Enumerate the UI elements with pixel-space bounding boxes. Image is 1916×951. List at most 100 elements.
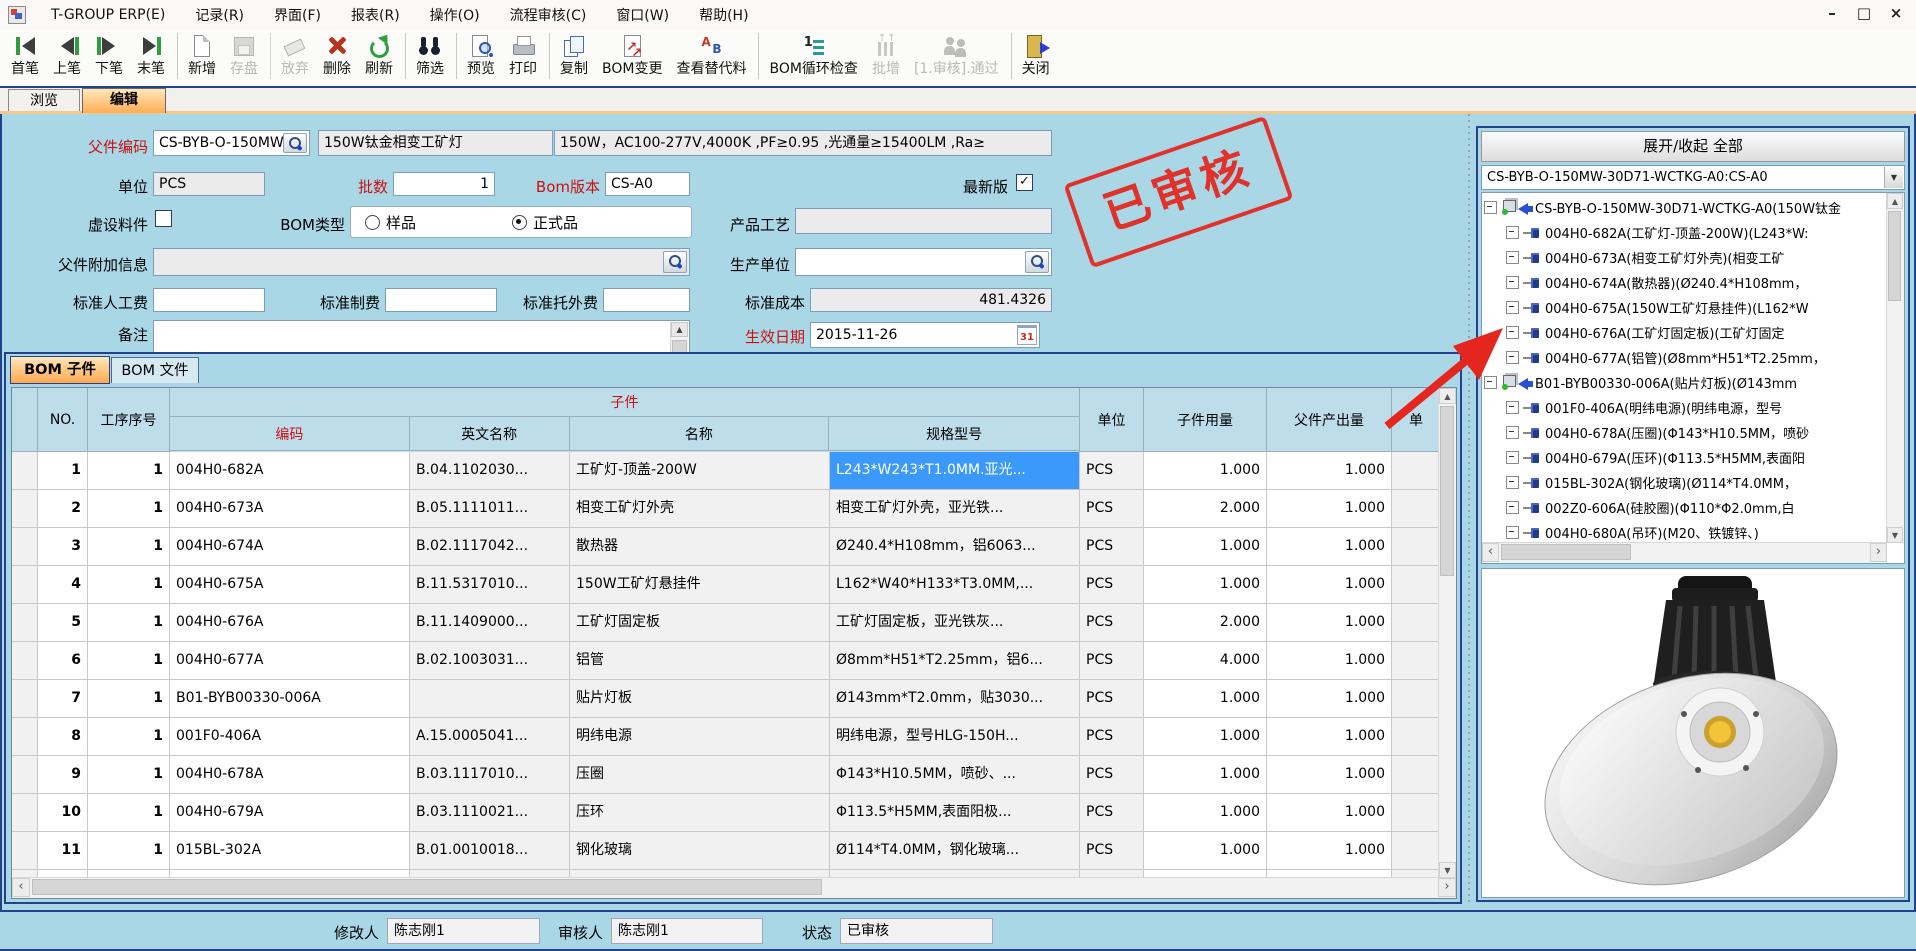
tab-browse[interactable]: 浏览 xyxy=(8,89,80,111)
toolbar-button[interactable]: 新增 xyxy=(177,33,223,79)
tree-expander-icon[interactable] xyxy=(1506,226,1519,239)
tree-horizontal-scrollbar[interactable]: ‹ › xyxy=(1482,542,1887,563)
tree-expander-icon[interactable] xyxy=(1506,451,1519,464)
tree-item[interactable]: CS-BYB-O-150MW-30D71-WCTKG-A0(150W钛金 xyxy=(1484,195,1885,220)
toolbar-button[interactable]: 查看替代料 xyxy=(669,33,753,79)
menu-item[interactable]: 记录(R) xyxy=(180,5,259,25)
scroll-left-icon[interactable]: ‹ xyxy=(12,878,30,897)
parent-extra-field[interactable] xyxy=(153,248,690,276)
tree-item[interactable]: 004H0-677A(铝管)(Ø8mm*H51*T2.25mm， xyxy=(1484,345,1885,370)
toolbar-button[interactable]: 刷新 xyxy=(358,33,400,79)
toolbar-button[interactable]: 预览 xyxy=(456,33,502,79)
bom-type-option-sample[interactable]: 样品 xyxy=(365,212,416,233)
restore-button[interactable]: □ xyxy=(1850,2,1878,26)
menu-item[interactable]: 报表(R) xyxy=(336,5,415,25)
menu-item[interactable]: 操作(O) xyxy=(415,5,495,25)
menu-item[interactable]: 窗口(W) xyxy=(601,5,684,25)
toolbar-button[interactable]: 存盘 xyxy=(223,33,265,79)
table-vertical-scrollbar[interactable]: ▲ ▼ xyxy=(1438,388,1456,878)
std-labor-field[interactable] xyxy=(153,288,265,312)
tab-bom-files[interactable]: BOM 文件 xyxy=(111,357,199,383)
col-header-no[interactable]: NO. xyxy=(38,388,88,452)
tree-item[interactable]: 004H0-673A(相变工矿灯外壳)(相变工矿 xyxy=(1484,245,1885,270)
col-header-spec[interactable]: 规格型号 xyxy=(829,417,1079,451)
tree-item[interactable]: 004H0-678A(压圈)(Φ143*H10.5MM，喷砂 xyxy=(1484,420,1885,445)
chevron-down-icon[interactable]: ▼ xyxy=(1884,167,1903,188)
latest-version-checkbox[interactable]: ✓ xyxy=(1016,174,1033,191)
table-row[interactable]: 1 1 004H0-682A B.04.1102030... 工矿灯-顶盖-20… xyxy=(12,452,1440,490)
std-outsource-field[interactable] xyxy=(603,288,690,312)
bom-type-option-formal[interactable]: 正式品 xyxy=(512,212,578,233)
scroll-right-icon[interactable]: › xyxy=(1870,543,1887,562)
tab-edit[interactable]: 编辑 xyxy=(82,88,166,113)
expand-collapse-all-button[interactable]: 展开/收起 全部 xyxy=(1481,131,1905,162)
std-make-field[interactable] xyxy=(385,288,497,312)
tree-item[interactable]: B01-BYB00330-006A(贴片灯板)(Ø143mm xyxy=(1484,370,1885,395)
minimize-button[interactable]: – xyxy=(1818,2,1846,26)
tree-vertical-scrollbar[interactable]: ▲ ▼ xyxy=(1886,193,1904,543)
table-row[interactable]: 7 1 B01-BYB00330-006A 贴片灯板 Ø143mm*T2.0mm… xyxy=(12,680,1440,718)
table-row[interactable]: 11 1 015BL-302A B.01.0010018... 钢化玻璃 Ø11… xyxy=(12,832,1440,870)
toolbar-button[interactable]: 首笔 xyxy=(4,33,46,79)
menu-item[interactable]: 界面(F) xyxy=(259,5,336,25)
effective-date-field[interactable]: 2015-11-26 31 xyxy=(810,322,1040,348)
tree-expander-icon[interactable] xyxy=(1506,301,1519,314)
tree-expander-icon[interactable] xyxy=(1506,476,1519,489)
close-button[interactable]: × xyxy=(1882,2,1910,26)
toolbar-button[interactable]: 关闭 xyxy=(1011,33,1057,79)
scroll-left-icon[interactable]: ‹ xyxy=(1482,543,1499,562)
parent-code-lookup-icon[interactable] xyxy=(283,133,307,153)
calendar-icon[interactable]: 31 xyxy=(1017,325,1037,345)
toolbar-button[interactable]: 放弃 xyxy=(270,33,316,79)
bom-version-combo[interactable]: CS-BYB-O-150MW-30D71-WCTKG-A0:CS-A0 ▼ xyxy=(1481,165,1905,190)
tree-item[interactable]: 004H0-680A(吊环)(M20、铁镀锌、) xyxy=(1484,520,1885,541)
table-horizontal-scrollbar[interactable]: ‹ › xyxy=(12,877,1456,898)
tree-item[interactable]: 004H0-679A(压环)(Φ113.5*H5MM,表面阳 xyxy=(1484,445,1885,470)
scroll-down-icon[interactable]: ▼ xyxy=(1439,862,1456,878)
toolbar-button[interactable]: 打印 xyxy=(502,33,544,79)
tree-item[interactable]: 002Z0-606A(硅胶圈)(Φ110*Φ2.0mm,白 xyxy=(1484,495,1885,520)
parent-code-field[interactable]: CS-BYB-O-150MW-3 xyxy=(153,130,310,156)
tree-expander-icon[interactable] xyxy=(1506,276,1519,289)
prod-unit-lookup-icon[interactable] xyxy=(1025,251,1049,273)
parent-extra-lookup-icon[interactable] xyxy=(663,251,687,273)
toolbar-button[interactable]: 筛选 xyxy=(405,33,451,79)
toolbar-button[interactable]: BOM循环检查 xyxy=(758,33,864,79)
table-row[interactable]: 3 1 004H0-674A B.02.1117042... 散热器 Ø240.… xyxy=(12,528,1440,566)
table-row[interactable]: 9 1 004H0-678A B.03.1117010... 压圈 Φ143*H… xyxy=(12,756,1440,794)
table-row[interactable]: 6 1 004H0-677A B.02.1003031... 铝管 Ø8mm*H… xyxy=(12,642,1440,680)
batch-field[interactable]: 1 xyxy=(393,172,495,196)
scroll-up-icon[interactable]: ▲ xyxy=(1887,193,1903,209)
tree-item[interactable]: 004H0-682A(工矿灯-顶盖-200W)(L243*W: xyxy=(1484,220,1885,245)
toolbar-button[interactable]: 下笔 xyxy=(88,33,130,79)
menu-item[interactable]: T-GROUP ERP(E) xyxy=(36,7,180,23)
toolbar-button[interactable]: 复制 xyxy=(549,33,595,79)
toolbar-button[interactable]: 末笔 xyxy=(130,33,172,79)
toolbar-button[interactable]: 删除 xyxy=(316,33,358,79)
col-header-code[interactable]: 编码 xyxy=(170,417,410,451)
tree-expander-icon[interactable] xyxy=(1484,201,1497,214)
bom-version-field[interactable]: CS-A0 xyxy=(605,172,690,196)
col-header-en-name[interactable]: 英文名称 xyxy=(410,417,570,451)
toolbar-button[interactable]: 批增 xyxy=(865,33,907,79)
tree-item[interactable]: 004H0-676A(工矿灯固定板)(工矿灯固定 xyxy=(1484,320,1885,345)
tree-item[interactable]: 015BL-302A(钢化玻璃)(Ø114*T4.0MM， xyxy=(1484,470,1885,495)
menu-item[interactable]: 流程审核(C) xyxy=(495,5,602,25)
table-row[interactable]: 4 1 004H0-675A B.11.5317010... 150W工矿灯悬挂… xyxy=(12,566,1440,604)
tree-expander-icon[interactable] xyxy=(1506,526,1519,539)
tree-item[interactable]: 001F0-406A(明纬电源)(明纬电源，型号 xyxy=(1484,395,1885,420)
scroll-up-icon[interactable]: ▲ xyxy=(671,322,688,337)
virtual-part-checkbox[interactable] xyxy=(155,210,172,227)
table-row[interactable]: 2 1 004H0-673A B.05.1111011... 相变工矿灯外壳 相… xyxy=(12,490,1440,528)
table-row[interactable]: 10 1 004H0-679A B.03.1110021... 压环 Φ113.… xyxy=(12,794,1440,832)
toolbar-button[interactable]: 上笔 xyxy=(46,33,88,79)
tab-bom-children[interactable]: BOM 子件 xyxy=(10,356,110,384)
table-row[interactable]: 5 1 004H0-676A B.11.1409000... 工矿灯固定板 工矿… xyxy=(12,604,1440,642)
toolbar-button[interactable]: [1.审核].通过 xyxy=(907,33,1006,79)
panel-splitter[interactable] xyxy=(1464,114,1474,902)
col-header-parent-qty[interactable]: 父件产出量 xyxy=(1267,388,1392,452)
toolbar-button[interactable]: BOM变更 xyxy=(595,33,669,79)
table-row[interactable]: 8 1 001F0-406A A.15.0005041... 明纬电源 明纬电源… xyxy=(12,718,1440,756)
tree-expander-icon[interactable] xyxy=(1506,501,1519,514)
col-header-name[interactable]: 名称 xyxy=(570,417,830,451)
